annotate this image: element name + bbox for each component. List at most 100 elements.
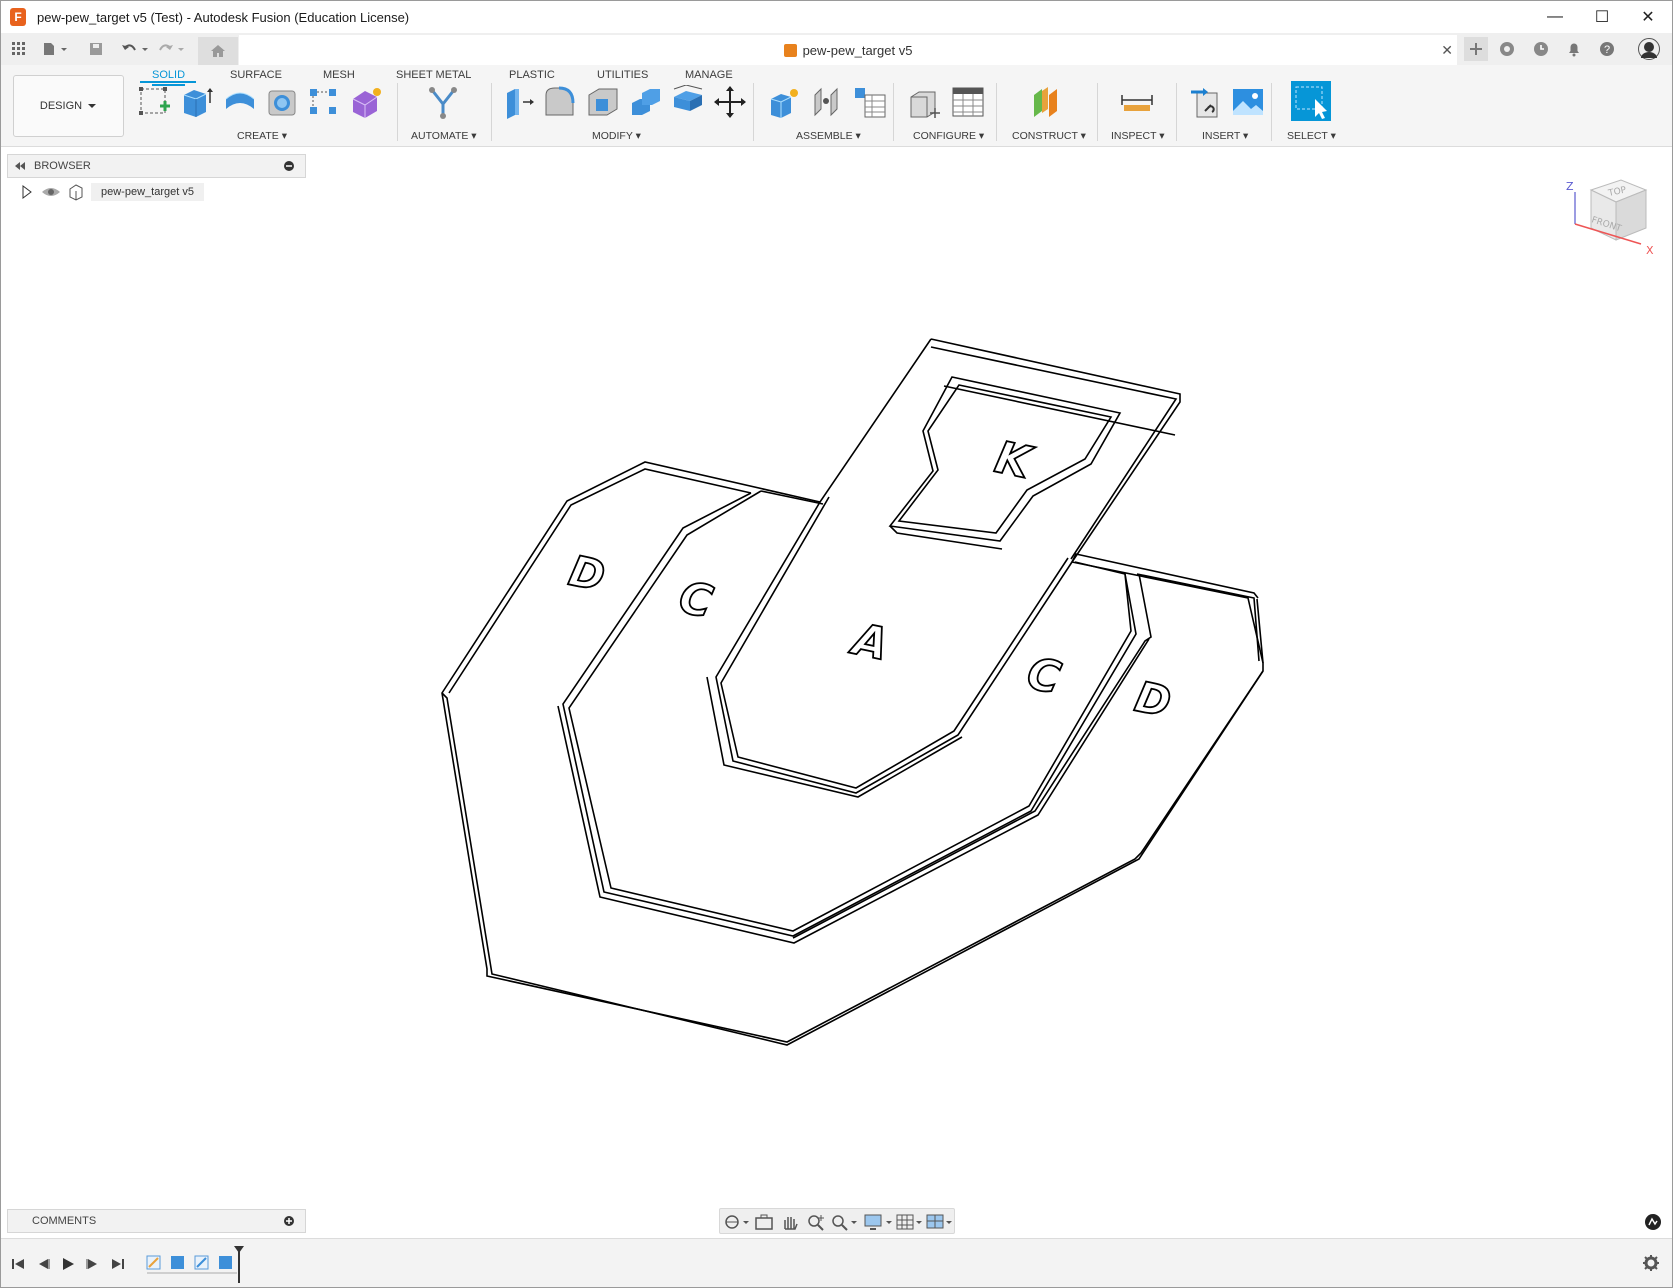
- minimize-button[interactable]: —: [1532, 1, 1578, 33]
- group-construct-label[interactable]: CONSTRUCT ▾: [1012, 130, 1086, 142]
- tab-utilities[interactable]: UTILITIES: [597, 69, 648, 81]
- help-icon[interactable]: ?: [1598, 41, 1616, 57]
- look-at-icon[interactable]: [754, 1213, 774, 1231]
- group-inspect-label[interactable]: INSPECT ▾: [1111, 130, 1165, 142]
- press-pull-icon[interactable]: [501, 85, 535, 119]
- data-panel-grid-icon[interactable]: [10, 41, 28, 57]
- save-icon[interactable]: [87, 41, 105, 57]
- home-tab[interactable]: [198, 37, 238, 65]
- bill-of-materials-icon[interactable]: [853, 85, 887, 119]
- close-window-button[interactable]: ✕: [1625, 1, 1671, 33]
- separator: [397, 83, 398, 141]
- timeline-settings-gear-icon[interactable]: [1642, 1254, 1660, 1272]
- separator: [1271, 83, 1272, 141]
- document-tab[interactable]: pew-pew_target v5 ✕: [239, 35, 1457, 65]
- zone-label-c-right: C: [1023, 648, 1065, 705]
- timeline-previous-button[interactable]: [34, 1255, 52, 1273]
- tab-surface[interactable]: SURFACE: [230, 69, 282, 81]
- automate-icon[interactable]: [426, 85, 460, 119]
- configure-icon[interactable]: [908, 85, 942, 119]
- viewports-icon[interactable]: [926, 1213, 954, 1231]
- revolve-icon[interactable]: [223, 85, 257, 119]
- collapse-panel-icon[interactable]: [14, 161, 26, 171]
- tab-sheet-metal[interactable]: SHEET METAL: [396, 69, 471, 81]
- configuration-table-icon[interactable]: [951, 85, 985, 119]
- browser-panel-header[interactable]: BROWSER: [7, 154, 306, 178]
- grid-settings-icon[interactable]: [896, 1213, 924, 1231]
- redo-icon[interactable]: [158, 41, 188, 57]
- timeline-marker[interactable]: [233, 1245, 245, 1285]
- group-automate-label[interactable]: AUTOMATE ▾: [411, 130, 477, 142]
- stem-inner-top: [943, 385, 1176, 436]
- viewcube[interactable]: TOP FRONT Z X: [1561, 170, 1666, 262]
- shell-icon[interactable]: [586, 85, 620, 119]
- c-ring-right-inner: [792, 573, 1152, 939]
- fusion-logo-icon: F: [10, 8, 26, 26]
- tab-plastic[interactable]: PLASTIC: [509, 69, 555, 81]
- tab-manage[interactable]: MANAGE: [685, 69, 733, 81]
- tab-mesh[interactable]: MESH: [323, 69, 355, 81]
- comments-panel-header[interactable]: COMMENTS: [7, 1209, 306, 1233]
- file-menu-icon[interactable]: [41, 41, 69, 57]
- workspace-switcher[interactable]: DESIGN: [13, 75, 124, 137]
- new-tab-plus-icon[interactable]: [1464, 37, 1488, 61]
- expand-arrow-icon[interactable]: [21, 185, 33, 199]
- pan-hand-icon[interactable]: [780, 1213, 800, 1231]
- group-create-label[interactable]: CREATE ▾: [237, 130, 287, 142]
- c-ring-top-edge: [760, 490, 824, 505]
- c-ring-outer-shadow: [568, 490, 1132, 932]
- axis-x-label: X: [1646, 244, 1654, 257]
- tab-close-icon[interactable]: ✕: [1441, 42, 1453, 59]
- browser-title: BROWSER: [34, 160, 91, 172]
- zone-label-k: K: [991, 432, 1038, 490]
- comments-title: COMMENTS: [32, 1215, 97, 1227]
- extensions-icon[interactable]: [1498, 41, 1516, 57]
- timeline-play-button[interactable]: [59, 1255, 77, 1273]
- canvas-viewport[interactable]: K A C C D D TOP FRONT Z X: [1, 148, 1672, 1236]
- fusion-assistant-icon[interactable]: [1644, 1213, 1662, 1231]
- tab-solid[interactable]: SOLID: [152, 69, 186, 86]
- undo-icon[interactable]: [120, 41, 150, 57]
- notifications-bell-icon[interactable]: [1565, 41, 1583, 57]
- timeline-last-button[interactable]: [109, 1255, 127, 1273]
- group-insert-label[interactable]: INSERT ▾: [1202, 130, 1248, 142]
- orbit-icon[interactable]: [724, 1213, 750, 1231]
- group-select-label[interactable]: SELECT ▾: [1287, 130, 1336, 142]
- group-configure-label[interactable]: CONFIGURE ▾: [913, 130, 984, 142]
- fillet-icon[interactable]: [543, 85, 577, 119]
- display-settings-icon[interactable]: [864, 1213, 894, 1231]
- browser-root-item[interactable]: pew-pew_target v5: [21, 181, 204, 203]
- create-sketch-icon[interactable]: [138, 85, 172, 119]
- offset-face-icon[interactable]: [671, 85, 705, 119]
- select-icon[interactable]: [1291, 81, 1331, 121]
- pattern-icon[interactable]: [307, 85, 341, 119]
- group-modify-label[interactable]: MODIFY ▾: [592, 130, 641, 142]
- move-icon[interactable]: [713, 85, 747, 119]
- document-settings-icon[interactable]: [67, 183, 85, 201]
- group-assemble-label[interactable]: ASSEMBLE ▾: [796, 130, 861, 142]
- separator: [1097, 83, 1098, 141]
- browser-minus-icon[interactable]: [283, 160, 295, 172]
- combine-icon[interactable]: [629, 85, 663, 119]
- joint-icon[interactable]: [811, 85, 845, 119]
- create-form-icon[interactable]: [349, 85, 383, 119]
- timeline-next-button[interactable]: [84, 1255, 102, 1273]
- add-comment-icon[interactable]: [283, 1215, 295, 1227]
- user-avatar[interactable]: [1637, 37, 1661, 61]
- fit-zoom-icon[interactable]: [830, 1213, 858, 1231]
- c-ring-outer: [562, 492, 1137, 937]
- maximize-button[interactable]: ☐: [1579, 1, 1625, 33]
- offset-plane-icon[interactable]: [1029, 85, 1063, 119]
- visibility-eye-icon[interactable]: [41, 185, 61, 199]
- insert-derive-icon[interactable]: [1189, 85, 1223, 119]
- new-component-icon[interactable]: [768, 85, 802, 119]
- timeline-first-button[interactable]: [9, 1255, 27, 1273]
- job-status-clock-icon[interactable]: [1532, 41, 1550, 57]
- insert-canvas-icon[interactable]: [1231, 85, 1265, 119]
- zoom-icon[interactable]: [806, 1213, 826, 1231]
- a-zone-offset: [706, 676, 963, 798]
- hole-icon[interactable]: [266, 85, 300, 119]
- extrude-icon[interactable]: [180, 85, 214, 119]
- measure-icon[interactable]: [1120, 85, 1154, 119]
- target-model[interactable]: K A C C D D: [1, 148, 1673, 1236]
